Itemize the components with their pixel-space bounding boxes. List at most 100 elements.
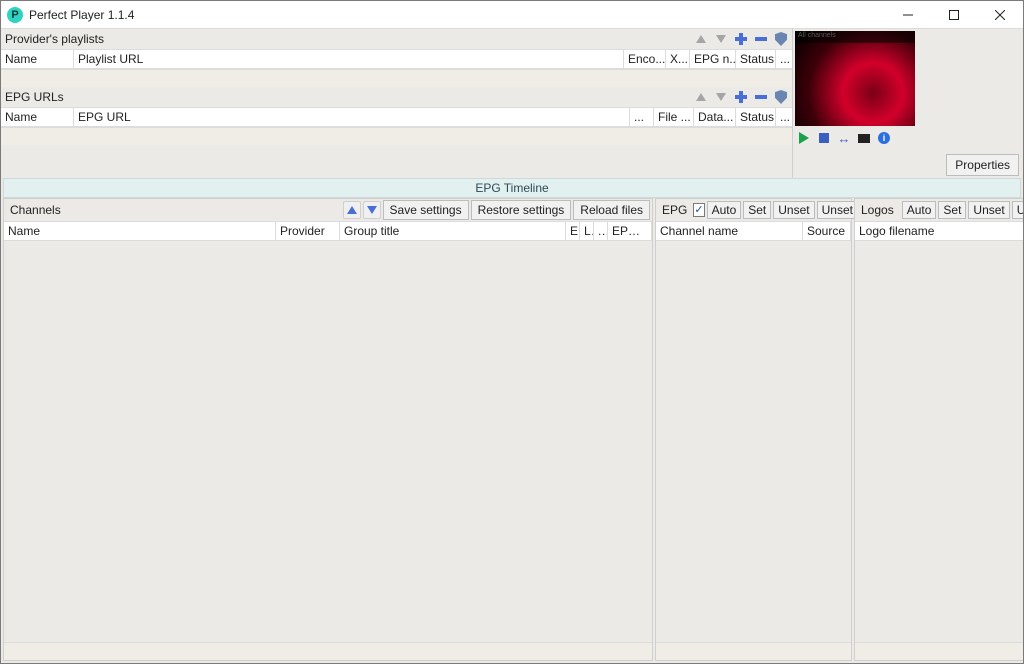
arrow-down-icon	[367, 206, 377, 214]
epg-panel: EPG ✓ Auto Set Unset Unset all Channel n…	[655, 198, 852, 661]
col-name[interactable]: Name	[4, 222, 276, 240]
close-button[interactable]	[977, 1, 1023, 28]
logos-label: Logos	[857, 203, 898, 217]
col-group[interactable]: Group title	[340, 222, 566, 240]
properties-button[interactable]: Properties	[946, 154, 1019, 176]
arrow-up-icon	[696, 35, 706, 43]
stop-icon	[819, 133, 829, 143]
titlebar: P Perfect Player 1.1.4	[1, 1, 1023, 29]
col-enco[interactable]: Enco...	[624, 50, 666, 68]
arrow-up-icon	[696, 93, 706, 101]
col-more2[interactable]: ...	[776, 108, 792, 126]
channels-label: Channels	[6, 203, 65, 217]
info-icon: i	[878, 132, 890, 144]
col-source[interactable]: Source	[803, 222, 851, 240]
logos-column-headers: Logo filename	[855, 221, 1023, 241]
epgurls-column-headers: Name EPG URL ... File ... Data... Status…	[1, 107, 792, 127]
arrow-down-icon	[716, 93, 726, 101]
col-data[interactable]: Data...	[694, 108, 736, 126]
col-more1[interactable]: ...	[630, 108, 654, 126]
play-button[interactable]	[795, 130, 813, 146]
monitor-icon	[858, 134, 870, 143]
col-url[interactable]: Playlist URL	[74, 50, 624, 68]
maximize-button[interactable]	[931, 1, 977, 28]
epg-scrollbar[interactable]	[656, 642, 851, 660]
arrow-down-icon	[716, 35, 726, 43]
playlists-shield-button[interactable]	[772, 30, 790, 48]
prevnext-button[interactable]: ↔	[835, 130, 853, 146]
epgurls-add-button[interactable]	[732, 88, 750, 106]
col-dots[interactable]: ...	[594, 222, 608, 240]
epgurls-move-up-button[interactable]	[692, 88, 710, 106]
col-epg[interactable]: EPG ...	[608, 222, 652, 240]
col-epg[interactable]: EPG n...	[690, 50, 736, 68]
shield-icon	[775, 32, 787, 46]
channels-scrollbar[interactable]	[4, 642, 652, 660]
minus-icon	[755, 37, 767, 41]
playlists-move-up-button[interactable]	[692, 30, 710, 48]
col-url[interactable]: EPG URL	[74, 108, 630, 126]
epgurls-move-down-button[interactable]	[712, 88, 730, 106]
epg-auto-button[interactable]: Auto	[707, 201, 742, 219]
logos-unset-button[interactable]: Unset	[968, 201, 1009, 219]
channels-move-down-button[interactable]	[363, 201, 381, 219]
restore-settings-button[interactable]: Restore settings	[471, 200, 572, 220]
channels-move-up-button[interactable]	[343, 201, 361, 219]
stop-button[interactable]	[815, 130, 833, 146]
playlists-add-button[interactable]	[732, 30, 750, 48]
epg-unset-button[interactable]: Unset	[773, 201, 814, 219]
prevnext-icon: ↔	[838, 131, 851, 146]
col-name[interactable]: Name	[1, 50, 74, 68]
playlists-header: Provider's playlists	[1, 29, 792, 49]
logos-auto-button[interactable]: Auto	[902, 201, 937, 219]
fullscreen-button[interactable]	[855, 130, 873, 146]
minus-icon	[755, 95, 767, 99]
preview-caption: All channels	[798, 32, 836, 39]
epgurls-scrollbar[interactable]	[1, 127, 792, 145]
channels-column-headers: Name Provider Group title E L ... EPG ..…	[4, 221, 652, 241]
logos-set-button[interactable]: Set	[938, 201, 966, 219]
epgurls-shield-button[interactable]	[772, 88, 790, 106]
reload-files-button[interactable]: Reload files	[573, 200, 650, 220]
logos-scrollbar[interactable]	[855, 642, 1023, 660]
col-status[interactable]: Status	[736, 108, 776, 126]
play-icon	[799, 132, 809, 144]
save-settings-button[interactable]: Save settings	[383, 200, 469, 220]
channels-list[interactable]	[4, 241, 652, 642]
logos-unsetall-button[interactable]: Unset all	[1012, 201, 1023, 219]
col-e[interactable]: E	[566, 222, 580, 240]
check-icon: ✓	[694, 205, 703, 216]
window-title: Perfect Player 1.1.4	[29, 8, 885, 22]
playlists-scrollbar[interactable]	[1, 69, 792, 87]
epg-timeline[interactable]: EPG Timeline	[3, 178, 1021, 198]
app-window: P Perfect Player 1.1.4 Provider's playli…	[0, 0, 1024, 664]
arrow-up-icon	[347, 206, 357, 214]
info-button[interactable]: i	[875, 130, 893, 146]
epg-auto-checkbox[interactable]: ✓	[693, 203, 704, 217]
playlists-column-headers: Name Playlist URL Enco... X... EPG n... …	[1, 49, 792, 69]
col-logo-filename[interactable]: Logo filename	[855, 222, 1023, 240]
plus-icon	[735, 33, 747, 45]
shield-icon	[775, 90, 787, 104]
channels-panel: Channels Save settings Restore settings …	[3, 198, 653, 661]
epg-list[interactable]	[656, 241, 851, 642]
epg-column-headers: Channel name Source	[656, 221, 851, 241]
app-icon: P	[7, 7, 23, 23]
playlists-remove-button[interactable]	[752, 30, 770, 48]
col-provider[interactable]: Provider	[276, 222, 340, 240]
col-status[interactable]: Status	[736, 50, 776, 68]
playlists-move-down-button[interactable]	[712, 30, 730, 48]
col-name[interactable]: Name	[1, 108, 74, 126]
col-file[interactable]: File ...	[654, 108, 694, 126]
minimize-button[interactable]	[885, 1, 931, 28]
logos-list[interactable]	[855, 241, 1023, 642]
col-more[interactable]: ...	[776, 50, 792, 68]
preview-pane[interactable]: All channels	[795, 31, 915, 126]
col-x[interactable]: X...	[666, 50, 690, 68]
col-channel-name[interactable]: Channel name	[656, 222, 803, 240]
player-controls: ↔ i	[793, 128, 917, 148]
epgurls-remove-button[interactable]	[752, 88, 770, 106]
epg-set-button[interactable]: Set	[743, 201, 771, 219]
col-l[interactable]: L	[580, 222, 594, 240]
logos-panel: Logos Auto Set Unset Unset all Logo file…	[854, 198, 1023, 661]
